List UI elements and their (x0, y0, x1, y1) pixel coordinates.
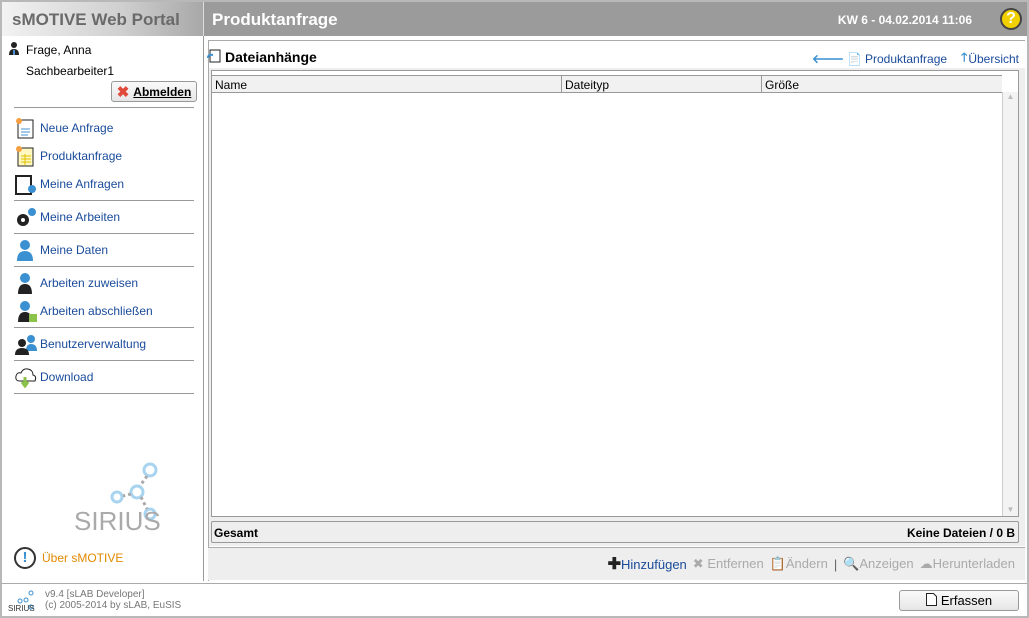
attachment-icon (207, 49, 221, 63)
column-header-size[interactable]: Größe (762, 76, 1002, 92)
sidebar-item-download[interactable]: Download (14, 366, 93, 389)
arrow-left-icon: 🡐 (811, 52, 845, 66)
my-requests-icon (14, 173, 38, 195)
page-header: Produktanfrage KW 6 - 04.02.2014 11:06 ? (203, 2, 1027, 36)
sidebar-divider (203, 36, 204, 581)
divider (14, 233, 194, 234)
new-document-icon (14, 117, 38, 139)
user-icon (14, 239, 38, 261)
attachments-table: Name Dateityp Größe ▲ ▼ (211, 70, 1019, 517)
sidebar-item-arbeiten-zuweisen[interactable]: Arbeiten zuweisen (14, 272, 138, 294)
gears-icon (14, 206, 38, 228)
column-header-name[interactable]: Name (212, 76, 562, 92)
info-icon: ! (14, 547, 36, 569)
back-link[interactable]: 🡐 📄 Produktanfrage (812, 48, 947, 69)
sirius-small-logo: SIRIUS (8, 590, 35, 613)
product-request-icon: 📄 (847, 51, 862, 66)
sidebar-item-arbeiten-abschliessen[interactable]: Arbeiten abschließen (14, 300, 153, 322)
search-icon: 🔍 (843, 556, 860, 571)
sidebar-item-produktanfrage[interactable]: Produktanfrage (14, 145, 122, 167)
users-icon (14, 333, 38, 355)
column-header-type[interactable]: Dateityp (562, 76, 762, 92)
table-header: Name Dateityp Größe (212, 75, 1002, 93)
logout-button[interactable]: ✖ Abmelden (111, 81, 197, 102)
worker-done-icon (14, 300, 38, 322)
svg-text:SIRIUS: SIRIUS (8, 604, 35, 613)
plus-icon: ✚ (607, 556, 622, 573)
divider (14, 360, 194, 361)
action-toolbar: ✚Hinzufügen ✖ Entfernen 📋Ändern | 🔍Anzei… (208, 547, 1025, 580)
sidebar-item-neue-anfrage[interactable]: Neue Anfrage (14, 117, 113, 139)
help-icon[interactable]: ? (1000, 8, 1022, 30)
product-request-icon (14, 145, 38, 167)
download-button[interactable]: ☁Herunterladen (920, 556, 1015, 572)
toolbar-separator: | (833, 556, 838, 572)
user-role: Sachbearbeiter1 (26, 64, 115, 78)
edit-icon: 📋 (769, 556, 786, 571)
edit-button[interactable]: 📋Ändern (770, 556, 828, 572)
sidebar-item-benutzerverwaltung[interactable]: Benutzerverwaltung (14, 333, 146, 355)
worker-icon (14, 272, 38, 294)
version-text: v9.4 [sLAB Developer] (45, 589, 145, 600)
arrow-up-icon: 🡑 (961, 50, 968, 64)
nav-links: 🡐 📄 Produktanfrage 🡑 Übersicht (812, 48, 1019, 69)
document-icon (925, 592, 937, 609)
close-icon: ✖ (692, 556, 704, 571)
divider (14, 266, 194, 267)
user-name: Frage, Anna (26, 43, 92, 57)
sidebar-item-meine-daten[interactable]: Meine Daten (14, 239, 108, 261)
view-button[interactable]: 🔍Anzeigen (843, 556, 913, 572)
cloud-download-icon (14, 366, 38, 389)
app-header-brand: sMOTIVE Web Portal (2, 2, 203, 36)
section-title: Dateianhänge (225, 49, 317, 65)
svg-text:SIRIUS: SIRIUS (74, 506, 161, 535)
user-icon (9, 42, 19, 55)
overview-link[interactable]: 🡑 Übersicht (961, 48, 1019, 69)
sidebar-item-meine-anfragen[interactable]: Meine Anfragen (14, 173, 124, 195)
page-title: Produktanfrage (212, 10, 338, 29)
divider (14, 327, 194, 328)
about-link[interactable]: Über sMOTIVE (42, 551, 123, 565)
close-icon: ✖ (116, 83, 130, 101)
add-button[interactable]: ✚Hinzufügen (608, 554, 687, 574)
footer: SIRIUS v9.4 [sLAB Developer] (c) 2005-20… (2, 583, 1027, 616)
copyright-text: (c) 2005-2014 by sLAB, EuSIS (45, 600, 182, 611)
total-label: Gesamt (214, 526, 259, 540)
sirius-logo: SIRIUS (72, 460, 162, 536)
vertical-scrollbar[interactable]: ▲ ▼ (1002, 92, 1018, 516)
date-time: KW 6 - 04.02.2014 11:06 (837, 13, 972, 27)
total-value: Keine Dateien / 0 B (906, 526, 1015, 540)
sidebar-item-meine-arbeiten[interactable]: Meine Arbeiten (14, 206, 120, 228)
divider (14, 200, 194, 201)
cloud-download-icon: ☁ (919, 556, 933, 571)
submit-button[interactable]: Erfassen (899, 590, 1019, 611)
divider (14, 393, 194, 394)
divider (14, 107, 194, 108)
app-title: sMOTIVE Web Portal (12, 10, 180, 29)
total-bar: Gesamt Keine Dateien / 0 B (211, 521, 1019, 543)
remove-button[interactable]: ✖ Entfernen (693, 556, 764, 572)
